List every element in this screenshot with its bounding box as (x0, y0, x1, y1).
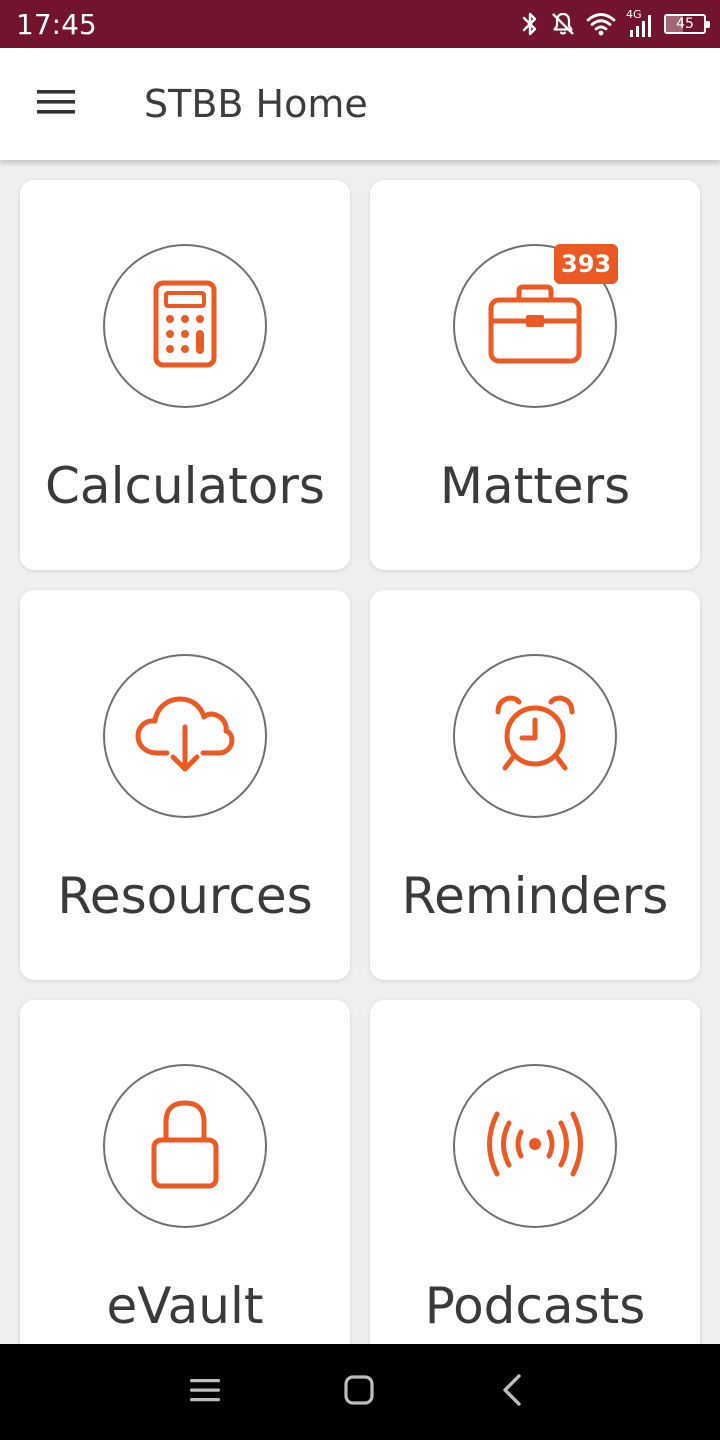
status-time: 17:45 (16, 8, 97, 41)
alarm-clock-icon (492, 694, 578, 779)
home-icon (343, 1374, 375, 1411)
icon-circle (453, 1064, 617, 1228)
tile-label: Reminders (401, 867, 669, 925)
tile-label: Matters (439, 457, 631, 515)
tile-calculators[interactable]: Calculators (20, 180, 350, 570)
notification-badge: 393 (554, 244, 619, 284)
battery-percent: 45 (676, 16, 694, 32)
tile-label: Podcasts (424, 1277, 646, 1335)
wifi-icon (586, 12, 616, 36)
page-title: STBB Home (144, 82, 368, 126)
tile-resources[interactable]: Resources (20, 590, 350, 980)
icon-circle (103, 244, 267, 408)
navigation-bar (0, 1344, 720, 1440)
nav-home-button[interactable] (329, 1366, 389, 1418)
signal-icon: 4G (626, 9, 654, 38)
icon-circle (103, 1064, 267, 1228)
hamburger-menu-icon (37, 88, 75, 121)
menu-icon (189, 1376, 221, 1409)
tile-label: eVault (106, 1277, 264, 1335)
tile-evault[interactable]: eVault (20, 1000, 350, 1344)
nav-menu-button[interactable] (175, 1366, 235, 1418)
lock-icon (150, 1098, 220, 1195)
nav-back-button[interactable] (482, 1366, 542, 1418)
tile-grid: Calculators 393 Matters Resources Remind… (0, 160, 720, 1344)
back-icon (500, 1373, 524, 1412)
status-bar: 17:45 4G 45 (0, 0, 720, 48)
tile-reminders[interactable]: Reminders (370, 590, 700, 980)
battery-icon: 45 (664, 14, 710, 34)
tile-podcasts[interactable]: Podcasts (370, 1000, 700, 1344)
bluetooth-icon (520, 11, 540, 37)
calculator-icon (153, 280, 217, 373)
tile-label: Resources (57, 867, 313, 925)
status-icons: 4G 45 (520, 9, 710, 39)
icon-circle (453, 654, 617, 818)
app-bar: STBB Home (0, 48, 720, 160)
menu-button[interactable] (22, 80, 90, 128)
cloud-download-icon (135, 693, 235, 780)
icon-circle (103, 654, 267, 818)
briefcase-icon (487, 283, 583, 370)
tile-matters[interactable]: 393 Matters (370, 180, 700, 570)
broadcast-icon (485, 1109, 585, 1184)
tile-label: Calculators (45, 457, 325, 515)
do-not-disturb-icon (550, 11, 576, 37)
